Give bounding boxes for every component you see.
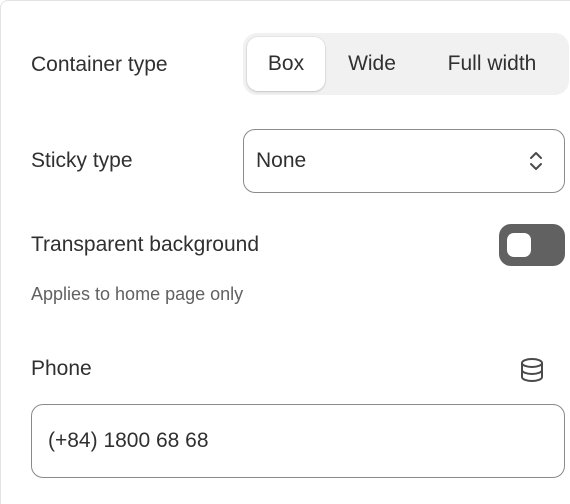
transparent-background-toggle[interactable] (499, 224, 565, 266)
toggle-knob (507, 233, 531, 257)
sticky-type-selected-value: None (256, 149, 307, 172)
container-type-option-box[interactable]: Box (247, 37, 325, 91)
container-type-label: Container type (31, 53, 168, 76)
phone-label: Phone (31, 357, 92, 380)
container-type-option-full-width[interactable]: Full width (419, 37, 565, 91)
phone-input[interactable] (31, 404, 565, 478)
sticky-type-label: Sticky type (31, 149, 133, 172)
database-icon[interactable] (518, 356, 546, 384)
container-type-option-wide[interactable]: Wide (329, 37, 415, 91)
settings-panel: Container type Box Wide Full width Stick… (0, 0, 570, 504)
container-type-segmented-control: Box Wide Full width (243, 33, 569, 95)
transparent-background-hint: Applies to home page only (31, 284, 244, 304)
sticky-type-select[interactable]: None (243, 129, 565, 193)
select-chevron-icon (530, 152, 542, 170)
transparent-background-label: Transparent background (31, 233, 260, 256)
